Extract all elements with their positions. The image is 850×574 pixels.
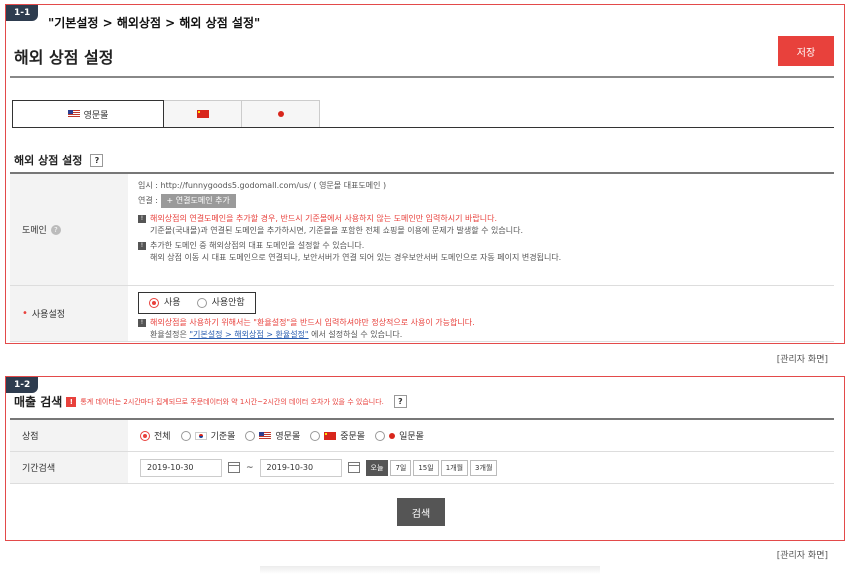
page-title: 해외 상점 설정: [14, 48, 114, 67]
date-separator: ~: [246, 462, 254, 473]
section-title: 해외 상점 설정 ?: [14, 152, 104, 168]
exchange-note-suffix: 에서 설정하실 수 있습니다.: [308, 330, 403, 339]
step-badge: 1-2: [6, 377, 39, 393]
date-to-input[interactable]: 2019-10-30: [259, 458, 342, 477]
store-option-label: 영문몰: [275, 432, 301, 442]
store-option-base[interactable]: 기준몰: [180, 429, 236, 442]
stats-notice: 통계 데이터는 2시간마다 집계되므로 주문데이터와 약 1시간~2시간의 데이…: [80, 397, 384, 406]
store-option-label: 일문몰: [399, 432, 424, 442]
period-3m-button[interactable]: 3개월: [470, 459, 498, 476]
radio-not-use[interactable]: 사용안함: [196, 297, 245, 309]
kr-flag-icon: [194, 431, 207, 440]
bottom-shadow: [260, 566, 600, 574]
jp-flag-icon: [277, 111, 284, 117]
radio-use[interactable]: 사용: [149, 297, 181, 309]
us-flag-icon: [259, 431, 272, 440]
radio-unchecked-icon[interactable]: [375, 430, 386, 441]
use-setting-row: • 사용설정 사용 사용안함 ! 해외상점을 사용하기 위해서는 "환율설정"을…: [10, 286, 834, 342]
store-options: 전체 기준몰 영문몰 중문몰 일문몰: [128, 420, 834, 451]
notice-icon: !: [138, 215, 146, 223]
mall-tabs: 영문몰: [12, 100, 320, 128]
sales-search-header: 매출 검색 ! 통계 데이터는 2시간마다 집계되므로 주문데이터와 약 1시간…: [14, 393, 407, 410]
help-icon[interactable]: ?: [90, 153, 104, 167]
notice-icon: !: [138, 242, 146, 250]
store-row: 상점 전체 기준몰 영문몰 중문몰 일문몰: [10, 420, 834, 452]
radio-checked-icon[interactable]: [149, 298, 159, 308]
sales-search-form: 상점 전체 기준몰 영문몰 중문몰 일문몰 기간검색 2019-10-30 ~ …: [10, 418, 834, 484]
search-button[interactable]: 검색: [397, 498, 445, 526]
store-option-japanese[interactable]: 일문몰: [375, 429, 424, 442]
tab-english-mall[interactable]: 영문몰: [12, 100, 164, 128]
use-value-cell: 사용 사용안함 ! 해외상점을 사용하기 위해서는 "환율설정"을 반드시 입력…: [128, 286, 834, 341]
store-option-label: 중문몰: [340, 432, 366, 442]
tab-chinese-mall[interactable]: [164, 100, 242, 128]
exchange-note-prefix: 환율설정은: [150, 330, 190, 339]
domain-warning: 해외상점의 연결도메인을 추가할 경우, 반드시 기준몰에서 사용하지 않는 도…: [150, 214, 497, 223]
use-label-cell: • 사용설정: [10, 286, 128, 341]
save-button[interactable]: 저장: [778, 36, 834, 66]
period-controls: 2019-10-30 ~ 2019-10-30 오늘 7일 15일 1개월 3개…: [128, 452, 834, 483]
domain-warning-detail: 기준몰(국내몰)과 연결된 도메인을 추가하시면, 기준몰을 포함한 전체 쇼핑…: [150, 226, 524, 235]
cn-flag-icon: [196, 110, 209, 118]
period-label: 기간검색: [10, 452, 128, 483]
add-domain-button[interactable]: + 연결도메인 추가: [160, 194, 236, 208]
domain-label: 도메인: [22, 226, 47, 236]
domain-row: 도메인 ? 임시 : http://funnygoods5.godomall.c…: [10, 174, 834, 286]
help-icon[interactable]: ?: [393, 395, 407, 408]
admin-screen-caption: [관리자 화면]: [776, 355, 828, 365]
radio-unchecked-icon[interactable]: [245, 430, 256, 441]
domain-note-line1: 추가한 도메인 중 해외상점의 대표 도메인을 설정할 수 있습니다.: [150, 241, 365, 250]
calendar-icon[interactable]: [347, 462, 360, 473]
question-icon[interactable]: ?: [50, 224, 61, 235]
store-settings-form: 도메인 ? 임시 : http://funnygoods5.godomall.c…: [10, 172, 834, 342]
required-mark: •: [22, 308, 28, 319]
sales-search-title: 매출 검색: [14, 395, 63, 409]
store-label: 상점: [10, 420, 128, 451]
radio-unchecked-icon[interactable]: [196, 298, 207, 308]
radio-unchecked-icon[interactable]: [180, 430, 191, 441]
radio-use-label: 사용: [164, 298, 181, 308]
temp-domain-text: 임시 : http://funnygoods5.godomall.com/us/…: [138, 181, 387, 190]
store-option-all[interactable]: 전체: [140, 429, 171, 442]
period-15d-button[interactable]: 15일: [413, 459, 439, 476]
tabs-divider: [12, 127, 834, 128]
exchange-settings-link[interactable]: "기본설정 > 해외상점 > 환율설정": [189, 330, 308, 339]
domain-label-cell: 도메인 ?: [10, 174, 128, 285]
period-row: 기간검색 2019-10-30 ~ 2019-10-30 오늘 7일 15일 1…: [10, 452, 834, 484]
section-title-text: 해외 상점 설정: [14, 154, 83, 167]
date-from-input[interactable]: 2019-10-30: [140, 458, 222, 477]
store-option-label: 전체: [154, 432, 171, 442]
period-1m-button[interactable]: 1개월: [440, 459, 469, 476]
exchange-note: 환율설정은 "기본설정 > 해외상점 > 환율설정" 에서 설정하실 수 있습니…: [150, 329, 475, 341]
exchange-warning: 해외상점을 사용하기 위해서는 "환율설정"을 반드시 입력하셔야만 정상적으로…: [150, 318, 475, 327]
admin-screen-caption: [관리자 화면]: [776, 551, 828, 561]
step-badge: 1-1: [6, 5, 39, 21]
store-option-label: 기준몰: [210, 432, 236, 442]
us-flag-icon: [67, 110, 80, 118]
alert-icon: !: [66, 396, 77, 407]
breadcrumb: "기본설정 > 해외상점 > 해외 상점 설정": [48, 16, 261, 30]
period-buttons: 오늘 7일 15일 1개월 3개월: [365, 459, 498, 476]
jp-flag-icon: [389, 432, 396, 439]
title-divider: [10, 76, 834, 78]
calendar-icon[interactable]: [228, 462, 240, 473]
radio-checked-icon[interactable]: [140, 430, 150, 441]
store-option-english[interactable]: 영문몰: [245, 429, 300, 442]
tab-label: 영문몰: [83, 110, 109, 121]
domain-note-line2: 해외 상점 이동 시 대표 도메인으로 연결되나, 보안서버가 연결 되어 있는…: [150, 253, 562, 262]
notice-icon: !: [138, 319, 146, 327]
radio-unchecked-icon[interactable]: [310, 430, 321, 441]
radio-not-use-label: 사용안함: [211, 298, 245, 308]
use-radio-group: 사용 사용안함: [138, 292, 256, 314]
period-today-button[interactable]: 오늘: [365, 459, 389, 476]
store-option-chinese[interactable]: 중문몰: [310, 429, 365, 442]
tab-japanese-mall[interactable]: [242, 100, 320, 128]
cn-flag-icon: [324, 431, 337, 440]
use-label: 사용설정: [31, 310, 66, 320]
period-7d-button[interactable]: 7일: [390, 459, 412, 476]
connect-label: 연결 :: [138, 196, 158, 205]
domain-value-cell: 임시 : http://funnygoods5.godomall.com/us/…: [128, 174, 834, 285]
